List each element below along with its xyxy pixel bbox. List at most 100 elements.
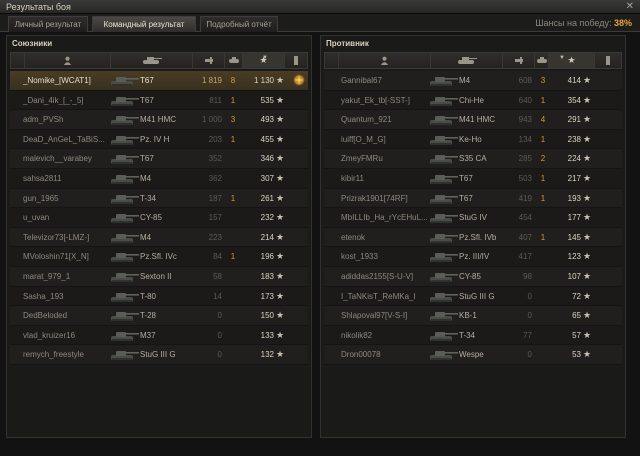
player-name: Shlapoval97[V-S-I] (341, 311, 408, 321)
damage-value: 1 819 (201, 76, 222, 85)
tab-personal-result[interactable]: Личный результат (8, 16, 88, 32)
table-row[interactable]: remych_freestyle StuG III G 0 132 ★ (10, 345, 308, 365)
table-row[interactable]: malevich__varabey T67 352 346 ★ (10, 149, 308, 169)
damage-value: 0 (217, 311, 222, 321)
table-row[interactable]: etenok Pz.Sfl. IVb 407 1 145 ★ (324, 227, 622, 248)
star-icon: ★ (583, 231, 592, 242)
table-row[interactable]: Dron00078 Wespe 0 53 ★ (324, 345, 622, 365)
table-row[interactable]: vlad_kruizer16 M37 0 133 ★ (10, 325, 308, 346)
win-chance: Шансы на победу: 38% (535, 18, 632, 28)
table-row[interactable]: yakut_Ek_tb[-SST-] Chi-He 640 1 354 ★ (324, 90, 622, 111)
damage-value: 77 (523, 330, 532, 340)
damage-value: 0 (217, 350, 222, 360)
tank-icon (110, 74, 140, 87)
kills-value: 1 (540, 173, 546, 183)
tank-column-icon[interactable] (431, 53, 503, 68)
table-row[interactable]: u_uvan CY-85 157 232 ★ (10, 208, 308, 228)
star-icon: ★ (583, 94, 592, 105)
tank-icon (110, 192, 140, 205)
table-row[interactable]: DedBeloded T-28 0 150 ★ (10, 306, 308, 326)
star-icon: ★ (276, 329, 285, 340)
xp-column-icon[interactable]: ▼ ★ (549, 53, 595, 68)
player-name: Dron00078 (341, 350, 381, 360)
player-name: vlad_kruizer16 (23, 330, 76, 340)
player-name: gun_1965 (23, 193, 59, 203)
xp-value: 145 (567, 232, 581, 242)
kills-value: 1 (540, 232, 546, 242)
player-column-icon[interactable] (339, 53, 431, 68)
tab-team-result[interactable]: Командный результат (92, 16, 196, 32)
table-row[interactable]: _Nomike_[WCAT1] T67 1 819 8 1 130 ★ (10, 71, 308, 91)
table-row[interactable]: I_TaNKisT_ReMKa_I StuG III G 0 72 ★ (324, 286, 622, 307)
tank-icon (429, 270, 459, 283)
tank-icon (429, 113, 459, 126)
damage-value: 58 (213, 271, 222, 281)
table-row[interactable]: kibir11 T67 503 1 217 ★ (324, 168, 622, 189)
xp-value: 414 (567, 76, 581, 85)
player-name: malevich__varabey (23, 154, 92, 164)
tank-icon (110, 348, 140, 361)
win-chance-label: Шансы на победу: (535, 18, 612, 28)
table-row[interactable]: iuiff[O_M_G] Ke-Ho 134 1 238 ★ (324, 129, 622, 150)
xp-value: 57 (572, 330, 581, 340)
tab-detailed-report[interactable]: Подробный отчёт (200, 16, 278, 32)
player-name: Quantum_921 (341, 115, 392, 125)
table-row[interactable]: kost_1933 Pz. III/IV 417 123 ★ (324, 247, 622, 267)
damage-value: 1 000 (201, 115, 222, 125)
kills-column-icon[interactable] (535, 53, 549, 68)
tank-icon (110, 250, 140, 263)
table-row[interactable]: Shlapoval97[V-S-I] KB-1 0 65 ★ (324, 306, 622, 326)
table-row[interactable]: gun_1965 T-34 187 1 261 ★ (10, 188, 308, 209)
medal-icon[interactable] (292, 73, 306, 87)
table-row[interactable]: Quantum_921 M41 HMC 943 4 291 ★ (324, 110, 622, 130)
tab-bar: Личный результат Командный результат Под… (0, 14, 640, 32)
table-row[interactable]: MVoloshin71[X_N] Pz.Sfl. IVc 84 1 196 ★ (10, 247, 308, 267)
kills-value: 3 (230, 115, 236, 125)
table-row[interactable]: marat_979_1 Sexton II 58 183 ★ (10, 266, 308, 287)
star-icon: ★ (276, 212, 285, 223)
table-row[interactable]: adiddas2155[S-U-V] CY-85 98 107 ★ (324, 266, 622, 287)
tank-icon (429, 192, 459, 205)
table-row[interactable]: _Dani_4ik_[_-_5] T67 811 1 535 ★ (10, 90, 308, 111)
xp-value: 232 (260, 213, 274, 223)
star-icon: ★ (276, 172, 285, 183)
table-row[interactable]: sahsa2811 M4 362 307 ★ (10, 168, 308, 189)
kills-value: 1 (230, 193, 236, 203)
table-row[interactable]: MbILLIb_Ha_rYcEHuL... StuG IV 454 177 ★ (324, 208, 622, 228)
medal-column-icon[interactable] (595, 53, 621, 68)
xp-value: 261 (260, 193, 274, 203)
player-column-icon[interactable] (25, 53, 111, 68)
xp-value: 177 (567, 213, 581, 223)
damage-value: 503 (518, 173, 532, 183)
tank-column-icon[interactable] (111, 53, 193, 68)
xp-value: 238 (567, 134, 581, 144)
table-row[interactable]: ZmeyFMRu S35 CA 285 2 224 ★ (324, 149, 622, 169)
damage-column-icon[interactable] (503, 53, 535, 68)
xp-value: 455 (260, 134, 274, 144)
xp-column-icon[interactable]: ▼ ★ (243, 53, 285, 68)
kills-value: 1 (230, 252, 236, 262)
damage-value: 362 (208, 173, 222, 183)
table-row[interactable]: Televizor73[-LMZ-] M4 223 214 ★ (10, 227, 308, 248)
kills-column-icon[interactable] (225, 53, 243, 68)
table-row[interactable]: nikolik82 T-34 77 57 ★ (324, 325, 622, 346)
player-name: Televizor73[-LMZ-] (23, 232, 90, 242)
damage-value: 0 (527, 311, 532, 321)
table-row[interactable]: Gannibal67 M4 608 3 414 ★ (324, 71, 622, 91)
player-name: kost_1933 (341, 252, 378, 262)
player-name: sahsa2811 (23, 173, 62, 183)
close-icon[interactable]: ✕ (626, 1, 634, 12)
table-row[interactable]: DeaD_AnGeL_TaBiS... Pz. IV H 203 1 455 ★ (10, 129, 308, 150)
table-row[interactable]: Prizrak1901[74RF] T67 419 1 193 ★ (324, 188, 622, 209)
tank-icon (110, 270, 140, 283)
star-icon: ★ (583, 349, 592, 360)
table-row[interactable]: adm_PVSh M41 HMC 1 000 3 493 ★ (10, 110, 308, 130)
medal-column-icon[interactable] (285, 53, 307, 68)
damage-column-icon[interactable] (193, 53, 225, 68)
star-icon: ★ (583, 329, 592, 340)
allies-rows: _Nomike_[WCAT1] T67 1 819 8 1 130 ★ _Dani_4ik_… (10, 71, 308, 365)
tank-icon (429, 94, 459, 107)
damage-value: 84 (213, 252, 222, 262)
table-row[interactable]: Sasha_193 T-80 14 173 ★ (10, 286, 308, 307)
tank-icon (110, 113, 140, 126)
